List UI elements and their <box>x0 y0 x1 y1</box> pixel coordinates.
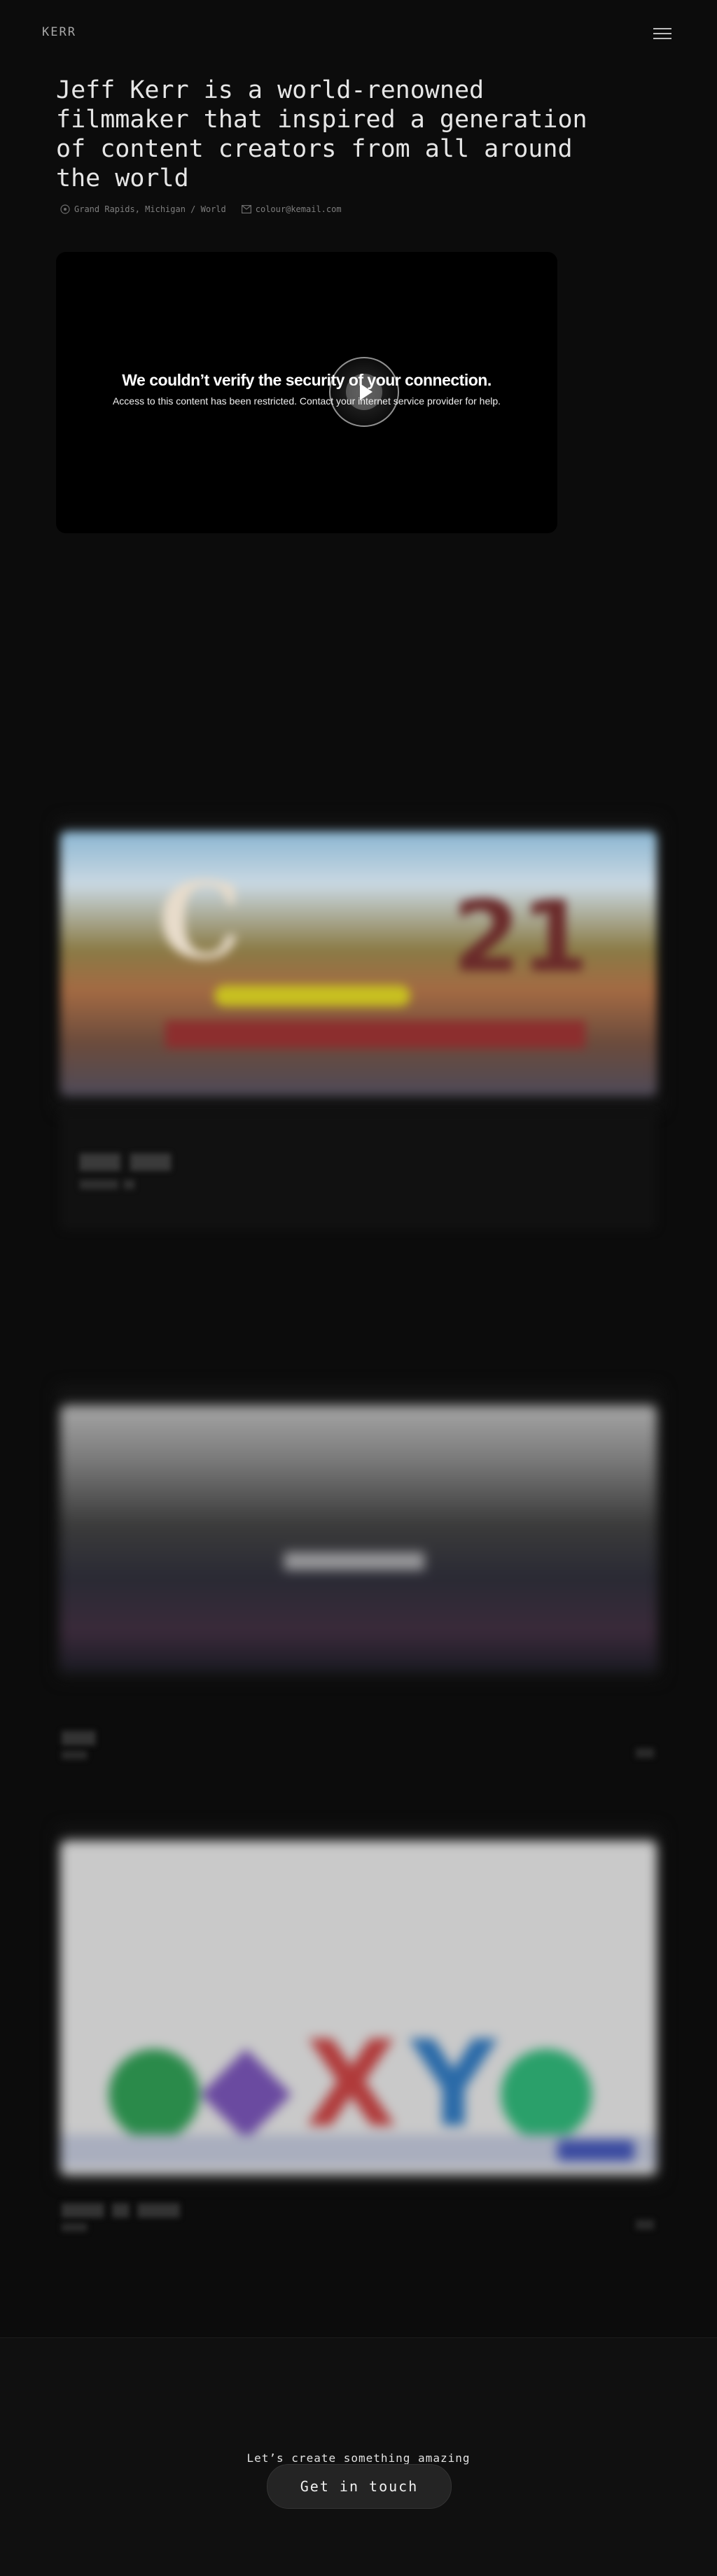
project-thumbnail-2[interactable] <box>60 1405 657 1671</box>
site-logo[interactable]: KERR <box>42 25 76 39</box>
location-text: Grand Rapids, Michigan / World <box>74 204 226 214</box>
thumbnail-graphic: ◆ <box>200 2015 292 2154</box>
project-subtitle-1: ▇▇▇▇▇▇▇ ▇▇ <box>80 1179 135 1190</box>
hamburger-menu-icon <box>653 28 671 29</box>
footer-lead-text: Let’s create something amazing <box>246 2451 471 2465</box>
map-pin-icon <box>60 204 70 214</box>
project-caption-panel <box>60 1111 657 1230</box>
thumbnail-graphic: ● <box>494 2015 599 2154</box>
project-subtitle-3: ▇▇▇▇▇ <box>62 2222 88 2232</box>
hamburger-menu-icon-line <box>653 33 671 34</box>
thumbnail-graphic: X <box>305 2015 398 2154</box>
project-subtitle-2: ▇▇▇▇▇ <box>62 1750 88 1759</box>
thumbnail-graphic: 21 <box>452 880 589 994</box>
thumbnail-graphic <box>284 1552 424 1570</box>
project-title-2[interactable]: ▇▇▇▇ <box>62 1729 95 1745</box>
project-thumbnail-3[interactable]: ● ◆ X Y ● <box>60 1840 657 2175</box>
site-footer: Let’s create something amazing Get in to… <box>0 2337 717 2576</box>
video-error-body: Access to this content has been restrict… <box>112 395 501 407</box>
envelope-icon <box>241 205 251 213</box>
thumbnail-graphic: Y <box>410 2015 497 2154</box>
get-in-touch-button[interactable]: Get in touch <box>267 2464 452 2509</box>
hamburger-menu-icon-line <box>653 38 671 39</box>
video-error-title: We couldn’t verify the security of your … <box>122 371 492 389</box>
thumbnail-graphic <box>214 985 410 1006</box>
email-item[interactable]: colour@kemail.com <box>241 204 342 214</box>
thumbnail-graphic: ● <box>102 2015 207 2154</box>
email-link[interactable]: colour@kemail.com <box>256 204 342 214</box>
video-player[interactable]: We couldn’t verify the security of your … <box>56 252 557 533</box>
location-item: Grand Rapids, Michigan / World <box>60 204 226 214</box>
project-thumbnail-1[interactable]: C 21 <box>60 831 657 1096</box>
site-header: KERR <box>0 0 717 67</box>
thumbnail-graphic: C <box>158 859 242 983</box>
thumbnail-graphic <box>557 2140 634 2161</box>
arrow-right-icon[interactable] <box>636 2220 654 2230</box>
hero-title: Jeff Kerr is a world-renowned filmmaker … <box>56 76 587 192</box>
arrow-right-icon[interactable] <box>636 1748 654 1758</box>
thumbnail-graphic <box>165 1020 585 1048</box>
project-title-3[interactable]: ▇▇▇▇▇ ▇▇ ▇▇▇▇▇ <box>62 2201 180 2218</box>
video-error-message: We couldn’t verify the security of your … <box>56 371 557 407</box>
hero-meta: Grand Rapids, Michigan / World colour@ke… <box>60 204 342 214</box>
menu-button[interactable] <box>650 22 675 45</box>
project-title-1[interactable]: ▇▇▇▇ ▇▇▇▇ <box>80 1151 171 1171</box>
